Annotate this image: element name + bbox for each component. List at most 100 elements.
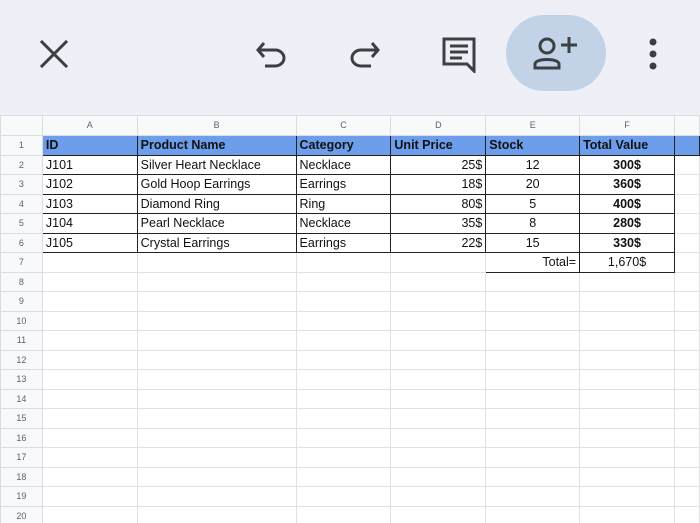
cell[interactable]: 5 bbox=[485, 193, 581, 214]
cell[interactable] bbox=[485, 427, 581, 448]
header-cell[interactable]: ID bbox=[41, 135, 138, 156]
cell[interactable] bbox=[674, 213, 700, 234]
column-header-b[interactable]: B bbox=[136, 115, 297, 136]
cell[interactable] bbox=[674, 505, 700, 523]
cell[interactable] bbox=[136, 447, 297, 468]
total-label-cell[interactable]: Total= bbox=[485, 252, 581, 273]
cell[interactable] bbox=[674, 252, 700, 273]
cell[interactable] bbox=[485, 447, 581, 468]
cell[interactable]: J104 bbox=[41, 213, 138, 234]
cell[interactable] bbox=[41, 369, 138, 390]
cell[interactable] bbox=[136, 486, 297, 507]
cell[interactable] bbox=[579, 447, 675, 468]
row-header[interactable]: 1 bbox=[0, 135, 43, 156]
cell[interactable]: Earrings bbox=[295, 232, 392, 253]
column-header-f[interactable]: F bbox=[579, 115, 675, 136]
cell[interactable] bbox=[295, 486, 392, 507]
cell[interactable]: J101 bbox=[41, 154, 138, 175]
cell[interactable] bbox=[136, 271, 297, 292]
cell[interactable] bbox=[579, 310, 675, 331]
cell[interactable]: Diamond Ring bbox=[136, 193, 297, 214]
cell[interactable] bbox=[579, 271, 675, 292]
cell[interactable]: 15 bbox=[485, 232, 581, 253]
cell[interactable] bbox=[136, 388, 297, 409]
row-header[interactable]: 3 bbox=[0, 174, 43, 195]
cell[interactable] bbox=[674, 427, 700, 448]
header-cell[interactable]: Unit Price bbox=[390, 135, 487, 156]
column-header-d[interactable]: D bbox=[390, 115, 487, 136]
header-cell[interactable]: Total Value bbox=[579, 135, 675, 156]
cell[interactable] bbox=[674, 271, 700, 292]
cell[interactable]: Earrings bbox=[295, 174, 392, 195]
header-cell[interactable]: Category bbox=[295, 135, 392, 156]
cell[interactable] bbox=[579, 291, 675, 312]
cell[interactable] bbox=[41, 349, 138, 370]
cell[interactable] bbox=[295, 369, 392, 390]
cell[interactable] bbox=[579, 388, 675, 409]
cell[interactable] bbox=[390, 388, 487, 409]
cell[interactable] bbox=[136, 252, 297, 273]
cell[interactable] bbox=[41, 271, 138, 292]
row-header[interactable]: 19 bbox=[0, 486, 43, 507]
row-header[interactable]: 5 bbox=[0, 213, 43, 234]
cell[interactable]: 8 bbox=[485, 213, 581, 234]
cell[interactable]: 280$ bbox=[579, 213, 675, 234]
cell[interactable] bbox=[674, 486, 700, 507]
cell[interactable] bbox=[41, 330, 138, 351]
cell[interactable] bbox=[295, 408, 392, 429]
column-header-e[interactable]: E bbox=[485, 115, 581, 136]
cell[interactable] bbox=[674, 291, 700, 312]
cell[interactable]: 20 bbox=[485, 174, 581, 195]
cell[interactable] bbox=[674, 310, 700, 331]
total-value-cell[interactable]: 1,670$ bbox=[579, 252, 675, 273]
cell[interactable] bbox=[136, 466, 297, 487]
cell[interactable] bbox=[579, 427, 675, 448]
cell[interactable] bbox=[295, 271, 392, 292]
cell[interactable]: Crystal Earrings bbox=[136, 232, 297, 253]
cell[interactable] bbox=[485, 330, 581, 351]
select-all-corner[interactable] bbox=[0, 115, 43, 136]
cell[interactable] bbox=[136, 330, 297, 351]
cell[interactable] bbox=[41, 408, 138, 429]
row-header[interactable]: 15 bbox=[0, 408, 43, 429]
row-header[interactable]: 8 bbox=[0, 271, 43, 292]
cell[interactable] bbox=[674, 466, 700, 487]
cell[interactable] bbox=[41, 252, 138, 273]
row-header[interactable]: 11 bbox=[0, 330, 43, 351]
cell[interactable] bbox=[579, 369, 675, 390]
cell[interactable] bbox=[390, 486, 487, 507]
cell[interactable] bbox=[485, 271, 581, 292]
cell[interactable] bbox=[41, 310, 138, 331]
cell[interactable] bbox=[295, 252, 392, 273]
cell[interactable] bbox=[41, 486, 138, 507]
cell[interactable] bbox=[390, 252, 487, 273]
cell[interactable] bbox=[674, 447, 700, 468]
cell[interactable] bbox=[295, 330, 392, 351]
cell[interactable] bbox=[41, 447, 138, 468]
cell[interactable]: Silver Heart Necklace bbox=[136, 154, 297, 175]
cell[interactable] bbox=[390, 447, 487, 468]
cell[interactable] bbox=[485, 369, 581, 390]
comment-button[interactable] bbox=[434, 30, 484, 78]
cell[interactable]: 12 bbox=[485, 154, 581, 175]
cell[interactable] bbox=[674, 388, 700, 409]
cell[interactable]: Necklace bbox=[295, 154, 392, 175]
column-header-c[interactable]: C bbox=[295, 115, 392, 136]
cell[interactable] bbox=[674, 232, 700, 253]
cell[interactable]: Necklace bbox=[295, 213, 392, 234]
cell[interactable] bbox=[485, 388, 581, 409]
undo-button[interactable] bbox=[248, 30, 296, 78]
cell[interactable] bbox=[485, 291, 581, 312]
cell[interactable] bbox=[295, 349, 392, 370]
row-header[interactable]: 7 bbox=[0, 252, 43, 273]
redo-button[interactable] bbox=[340, 30, 388, 78]
cell[interactable]: J105 bbox=[41, 232, 138, 253]
cell[interactable] bbox=[485, 505, 581, 523]
row-header[interactable]: 20 bbox=[0, 505, 43, 523]
cell[interactable]: Ring bbox=[295, 193, 392, 214]
header-cell[interactable]: Product Name bbox=[136, 135, 297, 156]
cell[interactable] bbox=[390, 310, 487, 331]
cell[interactable] bbox=[41, 291, 138, 312]
close-button[interactable] bbox=[30, 32, 78, 76]
cell[interactable]: J102 bbox=[41, 174, 138, 195]
